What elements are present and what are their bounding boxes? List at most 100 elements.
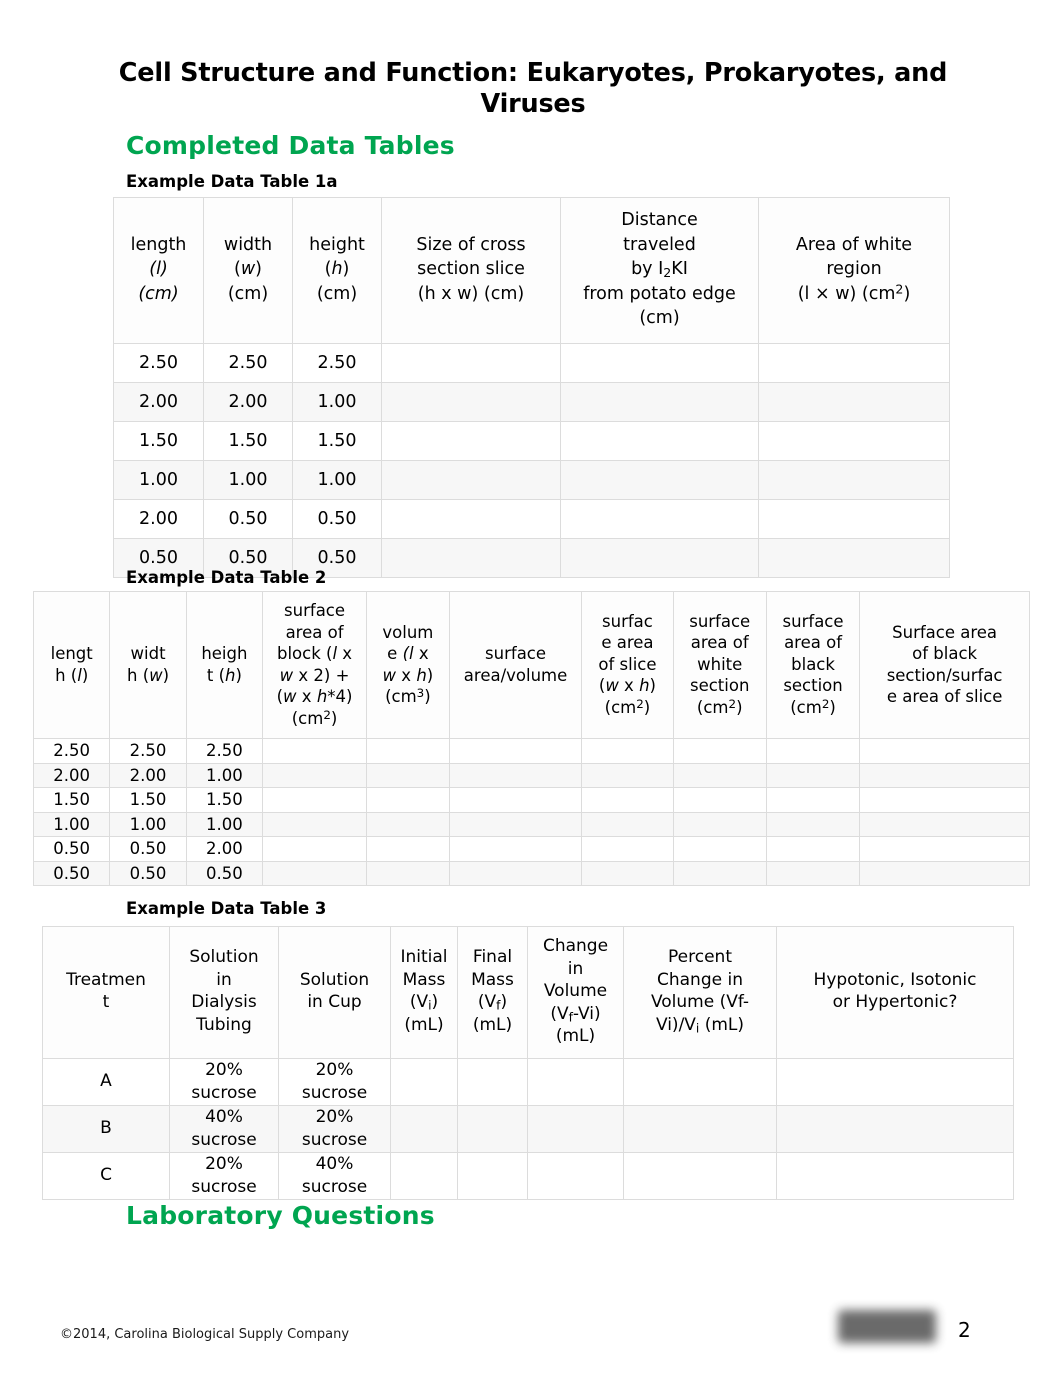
cell-cup[interactable]: 20% sucrose [278,1104,391,1153]
cell-tonicity[interactable] [776,1057,1014,1106]
cell-sa-slice[interactable] [581,836,674,862]
cell-cup[interactable]: 20% sucrose [278,1057,391,1106]
cell-final-mass[interactable] [457,1057,528,1106]
cell-length[interactable]: 1.50 [32,787,111,813]
cell-sa-volume[interactable] [448,738,583,764]
cell-volume[interactable] [366,860,450,886]
cell-height[interactable]: 1.00 [292,459,382,500]
cell-sa-volume[interactable] [448,860,583,886]
cell-sa-slice[interactable] [581,738,674,764]
cell-sa-white[interactable] [672,762,767,788]
cell-width[interactable]: 2.00 [203,381,293,422]
cell-treatment[interactable]: A [42,1057,170,1106]
cell-distance[interactable] [560,342,759,383]
cell-black-ratio[interactable] [859,787,1030,813]
cell-volume[interactable] [366,738,450,764]
cell-height[interactable]: 2.50 [185,738,264,764]
cell-height[interactable]: 0.50 [185,860,264,886]
cell-distance[interactable] [560,381,759,422]
cell-tonicity[interactable] [776,1151,1014,1200]
cell-volume[interactable] [366,787,450,813]
cell-sa-block[interactable] [262,836,368,862]
cell-initial-mass[interactable] [390,1057,458,1106]
cell-black-ratio[interactable] [859,860,1030,886]
cell-width[interactable]: 2.00 [109,762,187,788]
cell-width[interactable]: 1.50 [109,787,187,813]
cell-volume[interactable] [366,762,450,788]
cell-length[interactable]: 2.50 [113,342,204,383]
cell-sa-slice[interactable] [581,811,674,837]
cell-black-ratio[interactable] [859,762,1030,788]
cell-tonicity[interactable] [776,1104,1014,1153]
cell-distance[interactable] [560,459,759,500]
cell-sa-block[interactable] [262,811,368,837]
cell-white-area[interactable] [758,537,950,578]
cell-white-area[interactable] [758,498,950,539]
cell-change-volume[interactable] [527,1057,624,1106]
cell-distance[interactable] [560,498,759,539]
cell-treatment[interactable]: C [42,1151,170,1200]
cell-height[interactable]: 1.00 [292,381,382,422]
cell-white-area[interactable] [758,342,950,383]
cell-sa-volume[interactable] [448,836,583,862]
cell-sa-volume[interactable] [448,811,583,837]
cell-length[interactable]: 1.50 [113,420,204,461]
cell-tubing[interactable]: 20% sucrose [169,1057,279,1106]
cell-width[interactable]: 0.50 [109,860,187,886]
cell-sa-block[interactable] [262,762,368,788]
cell-sa-white[interactable] [672,738,767,764]
cell-width[interactable]: 0.50 [203,498,293,539]
cell-final-mass[interactable] [457,1104,528,1153]
cell-cross-section[interactable] [381,498,561,539]
cell-black-ratio[interactable] [859,811,1030,837]
cell-distance[interactable] [560,420,759,461]
cell-white-area[interactable] [758,459,950,500]
cell-sa-black[interactable] [765,811,861,837]
cell-sa-slice[interactable] [581,860,674,886]
cell-sa-slice[interactable] [581,762,674,788]
cell-height[interactable]: 1.50 [185,787,264,813]
cell-height[interactable]: 1.00 [185,811,264,837]
cell-width[interactable]: 1.00 [203,459,293,500]
cell-white-area[interactable] [758,381,950,422]
cell-height[interactable]: 2.50 [292,342,382,383]
cell-sa-black[interactable] [765,787,861,813]
cell-black-ratio[interactable] [859,738,1030,764]
cell-width[interactable]: 1.00 [109,811,187,837]
cell-percent-change[interactable] [623,1104,777,1153]
cell-volume[interactable] [366,836,450,862]
cell-final-mass[interactable] [457,1151,528,1200]
cell-white-area[interactable] [758,420,950,461]
cell-sa-block[interactable] [262,860,368,886]
cell-cross-section[interactable] [381,459,561,500]
cell-change-volume[interactable] [527,1151,624,1200]
cell-cross-section[interactable] [381,420,561,461]
cell-cross-section[interactable] [381,342,561,383]
cell-percent-change[interactable] [623,1151,777,1200]
cell-height[interactable]: 1.50 [292,420,382,461]
cell-width[interactable]: 1.50 [203,420,293,461]
cell-length[interactable]: 2.00 [113,381,204,422]
cell-sa-black[interactable] [765,738,861,764]
cell-length[interactable]: 2.50 [32,738,111,764]
cell-sa-black[interactable] [765,860,861,886]
cell-sa-volume[interactable] [448,762,583,788]
cell-height[interactable]: 2.00 [185,836,264,862]
cell-height[interactable]: 1.00 [185,762,264,788]
cell-length[interactable]: 0.50 [32,860,111,886]
cell-sa-white[interactable] [672,836,767,862]
cell-black-ratio[interactable] [859,836,1030,862]
cell-sa-black[interactable] [765,836,861,862]
cell-distance[interactable] [560,537,759,578]
cell-cross-section[interactable] [381,381,561,422]
cell-width[interactable]: 2.50 [109,738,187,764]
cell-initial-mass[interactable] [390,1104,458,1153]
cell-change-volume[interactable] [527,1104,624,1153]
cell-treatment[interactable]: B [42,1104,170,1153]
cell-length[interactable]: 2.00 [32,762,111,788]
cell-length[interactable]: 1.00 [32,811,111,837]
cell-sa-black[interactable] [765,762,861,788]
cell-sa-white[interactable] [672,811,767,837]
cell-sa-block[interactable] [262,738,368,764]
cell-initial-mass[interactable] [390,1151,458,1200]
